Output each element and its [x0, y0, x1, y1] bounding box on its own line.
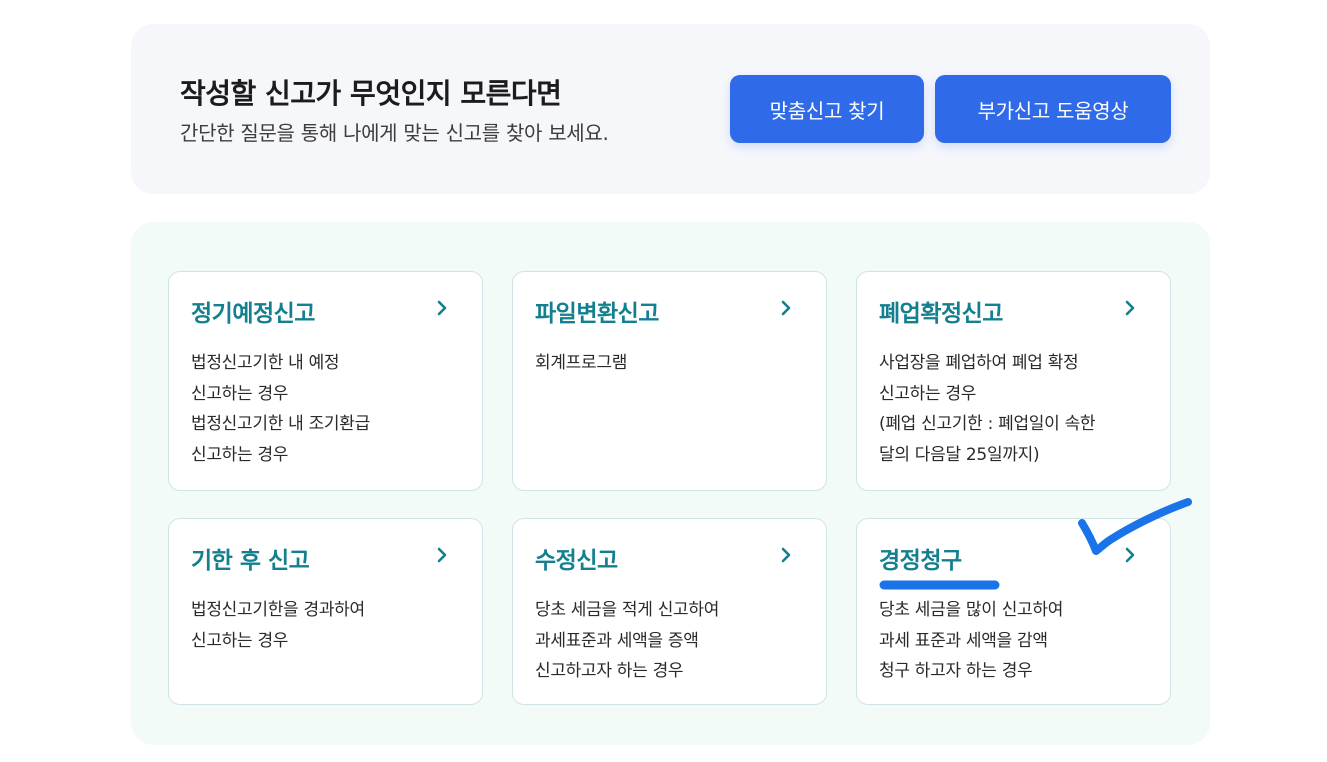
card-description-line: 당초 세금을 많이 신고하여 [879, 600, 1064, 620]
banner-title: 작성할 신고가 무엇인지 모른다면 [180, 77, 562, 110]
card-description: 당초 세금을 많이 신고하여 과세 표준과 세액을 감액 청구 하고자 하는 경… [879, 595, 1063, 687]
card-description-line: 신고하는 경우 [879, 383, 977, 404]
guide-banner: 작성할 신고가 무엇인지 모른다면 간단한 질문을 통해 나에게 맞는 신고를 … [131, 24, 1210, 194]
card-title: 경정청구 [879, 548, 962, 574]
card-description-line: 청구 하고자 하는 경우 [879, 661, 1033, 681]
card-amended-report[interactable]: 수정신고 당초 세금을 적게 신고하여 과세표준과 세액을 증액 신고하고자 하… [512, 518, 827, 705]
find-custom-report-button[interactable]: 맞춤신고 찾기 [730, 75, 924, 143]
card-closure-report[interactable]: 폐업확정신고 사업장을 폐업하여 폐업 확정 신고하는 경우 (폐업 신고기한 … [856, 271, 1171, 491]
card-title: 폐업확정신고 [879, 301, 1003, 327]
card-description: 회계프로그램 [535, 348, 627, 379]
card-description-line: 법정신고기한을 경과하여 [191, 600, 365, 620]
card-description-line: 신고하고자 하는 경우 [535, 661, 684, 681]
card-title: 정기예정신고 [191, 301, 315, 327]
card-title: 수정신고 [535, 548, 618, 574]
card-regular-report[interactable]: 정기예정신고 법정신고기한 내 예정 신고하는 경우 법정신고기한 내 조기환급… [168, 271, 483, 491]
card-description-line: 신고하는 경우 [191, 630, 289, 651]
card-description-line: 과세 표준과 세액을 감액 [879, 630, 1048, 651]
card-description-line: 신고하는 경우 [191, 444, 289, 465]
chevron-right-icon [1125, 300, 1135, 316]
chevron-right-icon [437, 547, 447, 563]
card-file-conversion-report[interactable]: 파일변환신고 회계프로그램 [512, 271, 827, 491]
card-description-line: 달의 다음달 25일까지) [879, 444, 1040, 465]
card-description-line: (폐업 신고기한 : 폐업일이 속한 [879, 414, 1096, 434]
chevron-right-icon [781, 300, 791, 316]
chevron-right-icon [1125, 547, 1135, 563]
help-video-button[interactable]: 부가신고 도움영상 [935, 75, 1171, 143]
chevron-right-icon [781, 547, 791, 563]
banner-subtitle: 간단한 질문을 통해 나에게 맞는 신고를 찾아 보세요. [180, 121, 609, 145]
page: 작성할 신고가 무엇인지 모른다면 간단한 질문을 통해 나에게 맞는 신고를 … [0, 0, 1327, 762]
card-description: 사업장을 폐업하여 폐업 확정 신고하는 경우 (폐업 신고기한 : 폐업일이 … [879, 348, 1096, 470]
card-title: 파일변환신고 [535, 301, 659, 327]
card-description-line: 과세표준과 세액을 증액 [535, 630, 699, 651]
card-correction-claim[interactable]: 경정청구 당초 세금을 많이 신고하여 과세 표준과 세액을 감액 청구 하고자… [856, 518, 1171, 705]
card-description-line: 신고하는 경우 [191, 383, 289, 404]
card-title: 기한 후 신고 [191, 548, 310, 574]
card-late-report[interactable]: 기한 후 신고 법정신고기한을 경과하여 신고하는 경우 [168, 518, 483, 705]
chevron-right-icon [437, 300, 447, 316]
card-description: 법정신고기한을 경과하여 신고하는 경우 [191, 595, 365, 656]
card-description-line: 법정신고기한 내 조기환급 [191, 414, 370, 434]
card-description-line: 법정신고기한 내 예정 [191, 353, 340, 373]
card-description: 법정신고기한 내 예정 신고하는 경우 법정신고기한 내 조기환급 신고하는 경… [191, 348, 370, 470]
card-description-line: 당초 세금을 적게 신고하여 [535, 600, 720, 620]
card-description-line: 회계프로그램 [535, 353, 628, 373]
card-description-line: 사업장을 폐업하여 폐업 확정 [879, 353, 1079, 373]
card-description: 당초 세금을 적게 신고하여 과세표준과 세액을 증액 신고하고자 하는 경우 [535, 595, 719, 687]
report-type-grid: 정기예정신고 법정신고기한 내 예정 신고하는 경우 법정신고기한 내 조기환급… [131, 222, 1210, 745]
